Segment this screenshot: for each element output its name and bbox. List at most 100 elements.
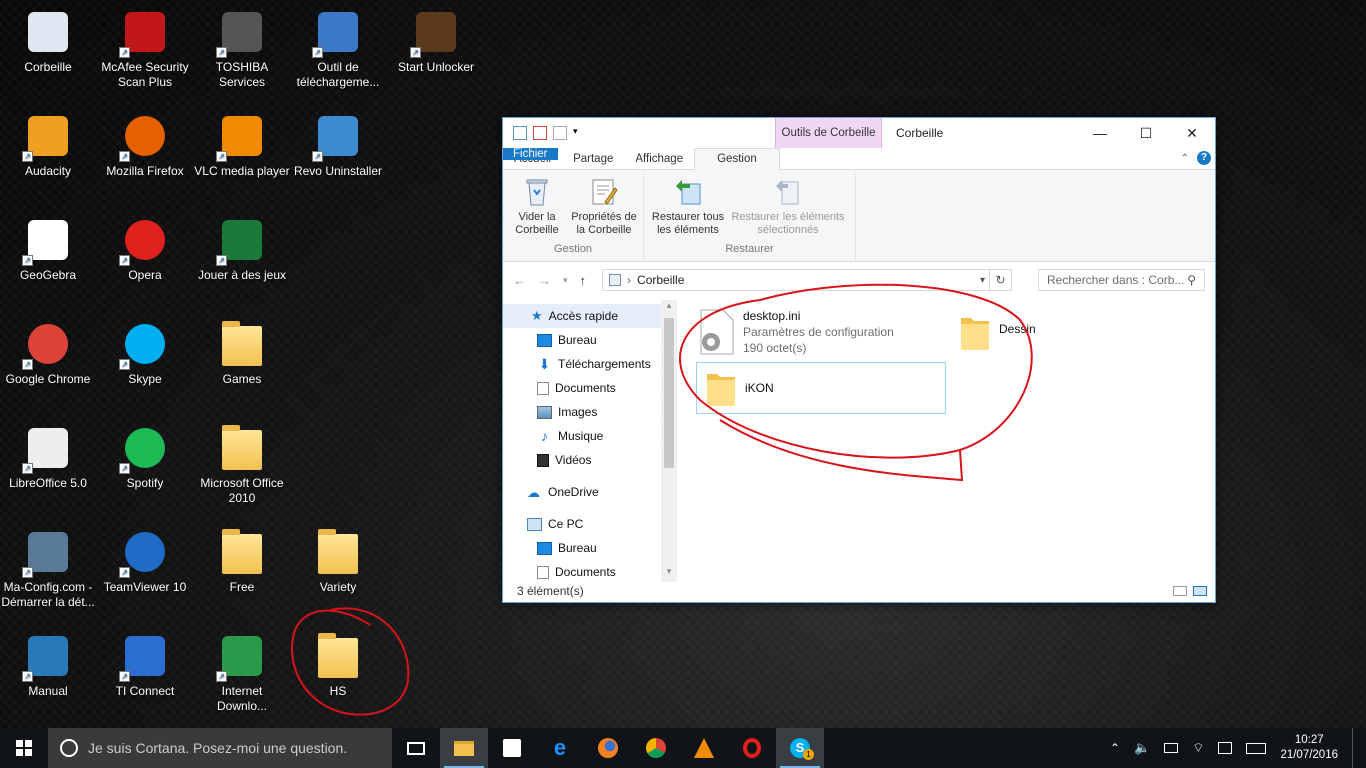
- taskbar-firefox[interactable]: [584, 728, 632, 768]
- recycle-bin-icon: [24, 8, 72, 56]
- scroll-up-icon[interactable]: ▴: [661, 300, 677, 316]
- desktop-folder-icon: [537, 541, 552, 555]
- ribbon-collapse-icon[interactable]: ⌃: [1181, 153, 1189, 164]
- taskbar-edge[interactable]: e: [536, 728, 584, 768]
- taskbar-store[interactable]: [488, 728, 536, 768]
- nav-item-videos[interactable]: Vidéos: [503, 448, 677, 472]
- desktop-icon[interactable]: ↗ Skype: [97, 320, 193, 387]
- desktop-icon[interactable]: ↗ Opera: [97, 216, 193, 283]
- desktop-icon[interactable]: Corbeille: [0, 8, 96, 75]
- large-icons-view-icon[interactable]: [1193, 586, 1207, 596]
- desktop-icon[interactable]: ↗ LibreOffice 5.0: [0, 424, 96, 491]
- recent-dropdown-icon[interactable]: ▾: [563, 275, 568, 286]
- cortana-search-box[interactable]: Je suis Cortana. Posez-moi une question.: [48, 728, 392, 768]
- clock[interactable]: 10:27 21/07/2016: [1280, 733, 1338, 763]
- show-desktop-button[interactable]: [1352, 728, 1356, 768]
- desktop-icon[interactable]: ↗ Jouer à des jeux: [194, 216, 290, 283]
- file-item-ikon[interactable]: iKON: [696, 362, 946, 414]
- desktop-icon[interactable]: ↗ Manual: [0, 632, 96, 699]
- contextual-tab-header: Outils de Corbeille: [775, 118, 882, 148]
- nav-pc-bureau[interactable]: Bureau: [503, 536, 677, 560]
- address-bar[interactable]: › Corbeille ▾ ↻: [602, 269, 1013, 291]
- nav-item-bureau[interactable]: Bureau📌: [503, 328, 677, 352]
- maximize-button[interactable]: ☐: [1123, 118, 1169, 148]
- file-item-dessin[interactable]: Dessin: [959, 308, 1036, 356]
- shortcut-arrow-icon: ↗: [119, 255, 130, 266]
- tab-partage[interactable]: Partage: [562, 148, 624, 169]
- refresh-icon[interactable]: ↻: [989, 270, 1011, 290]
- task-view-button[interactable]: [392, 728, 440, 768]
- desktop-icon[interactable]: ↗ Outil de téléchargeme...: [290, 8, 386, 90]
- details-view-icon[interactable]: [1173, 586, 1187, 596]
- desktop-icon[interactable]: ↗ Audacity: [0, 112, 96, 179]
- desktop-icon[interactable]: Variety: [290, 528, 386, 595]
- tab-gestion[interactable]: Gestion: [694, 148, 780, 170]
- taskbar-vlc[interactable]: [680, 728, 728, 768]
- nav-this-pc[interactable]: Ce PC: [503, 512, 677, 536]
- close-button[interactable]: ✕: [1169, 118, 1215, 148]
- nav-item-documents[interactable]: Documents📌: [503, 376, 677, 400]
- desktop-icon[interactable]: Microsoft Office 2010: [194, 424, 290, 506]
- desktop-icon[interactable]: ↗ Google Chrome: [0, 320, 96, 387]
- tab-affichage[interactable]: Affichage: [624, 148, 694, 169]
- volume-icon[interactable]: 🔈: [1134, 740, 1150, 756]
- restore-selected-icon: [772, 176, 804, 208]
- nav-item-musique[interactable]: ♪ Musique📌: [503, 424, 677, 448]
- new-folder-qat-icon[interactable]: [553, 126, 567, 140]
- search-input[interactable]: Rechercher dans : Corb... ⚲: [1038, 269, 1205, 291]
- desktop-icon[interactable]: ↗ VLC media player: [194, 112, 290, 179]
- desktop-icon[interactable]: ↗ TeamViewer 10: [97, 528, 193, 595]
- battery-icon[interactable]: [1164, 743, 1179, 753]
- nav-scrollbar[interactable]: ▴ ▾: [661, 300, 677, 582]
- qat-dropdown-icon[interactable]: ▾: [573, 126, 578, 140]
- start-button[interactable]: [0, 728, 48, 768]
- nav-label: Téléchargements: [558, 357, 651, 371]
- restore-selected-button[interactable]: Restaurer les éléments sélectionnés: [729, 174, 847, 243]
- breadcrumb[interactable]: Corbeille: [637, 273, 684, 287]
- desktop-icon[interactable]: ↗ GeoGebra: [0, 216, 96, 283]
- empty-recycle-bin-button[interactable]: Vider la Corbeille: [506, 174, 568, 243]
- desktop-icon[interactable]: ↗ McAfee Security Scan Plus: [97, 8, 193, 90]
- forward-arrow-icon[interactable]: →: [538, 273, 551, 288]
- back-arrow-icon[interactable]: ←: [513, 273, 526, 288]
- desktop-icon[interactable]: ↗ Internet Downlo...: [194, 632, 290, 714]
- desktop-icon[interactable]: ↗ TOSHIBA Services: [194, 8, 290, 90]
- tab-fichier[interactable]: Fichier: [503, 148, 558, 160]
- desktop-icon[interactable]: ↗ Spotify: [97, 424, 193, 491]
- show-hidden-icons-icon[interactable]: ⌃: [1110, 741, 1120, 755]
- file-item-desktop-ini[interactable]: desktop.ini Paramètres de configuration …: [699, 308, 894, 356]
- desktop-icon[interactable]: ↗ TI Connect: [97, 632, 193, 699]
- properties-qat-icon[interactable]: [533, 126, 547, 140]
- keyboard-icon[interactable]: [1246, 742, 1267, 754]
- help-icon[interactable]: ?: [1197, 151, 1211, 165]
- taskbar-file-explorer[interactable]: [440, 728, 488, 768]
- desktop-icon[interactable]: ↗ Start Unlocker: [388, 8, 484, 75]
- desktop-icon[interactable]: Games: [194, 320, 290, 387]
- breadcrumb-separator-icon: ›: [627, 273, 632, 287]
- desktop-icon-label: Mozilla Firefox: [106, 164, 184, 178]
- minimize-button[interactable]: —: [1077, 118, 1123, 148]
- desktop-icon[interactable]: Free: [194, 528, 290, 595]
- vlc-icon: ↗: [216, 112, 266, 162]
- wifi-icon[interactable]: ⌔: [1192, 740, 1204, 756]
- taskbar-chrome[interactable]: [632, 728, 680, 768]
- recycle-bin-properties-button[interactable]: Propriétés de la Corbeille: [568, 174, 640, 243]
- nav-pc-documents[interactable]: Documents: [503, 560, 677, 582]
- nav-quick-access[interactable]: ★ Accès rapide: [503, 304, 677, 328]
- nav-item-images[interactable]: Images📌: [503, 400, 677, 424]
- action-center-icon[interactable]: [1218, 742, 1233, 754]
- nav-item-telechargements[interactable]: ⬇ Téléchargements📌: [503, 352, 677, 376]
- desktop-icon[interactable]: ↗ Ma-Config.com - Démarrer la dét...: [0, 528, 96, 610]
- desktop-icon[interactable]: HS: [290, 632, 386, 699]
- title-bar[interactable]: ▾ Outils de Corbeille Corbeille — ☐ ✕: [503, 118, 1215, 148]
- taskbar-opera[interactable]: [728, 728, 776, 768]
- desktop-icon[interactable]: ↗ Revo Uninstaller: [290, 112, 386, 179]
- taskbar-skype[interactable]: S 1: [776, 728, 824, 768]
- address-dropdown-icon[interactable]: ▾: [980, 275, 985, 286]
- nav-onedrive[interactable]: ☁ OneDrive: [503, 480, 677, 504]
- scroll-thumb[interactable]: [664, 318, 674, 468]
- desktop-icon[interactable]: ↗ Mozilla Firefox: [97, 112, 193, 179]
- restore-all-button[interactable]: Restaurer tous les éléments: [647, 174, 729, 243]
- recycle-qat-icon[interactable]: [513, 126, 527, 140]
- up-arrow-icon[interactable]: ↑: [580, 273, 587, 288]
